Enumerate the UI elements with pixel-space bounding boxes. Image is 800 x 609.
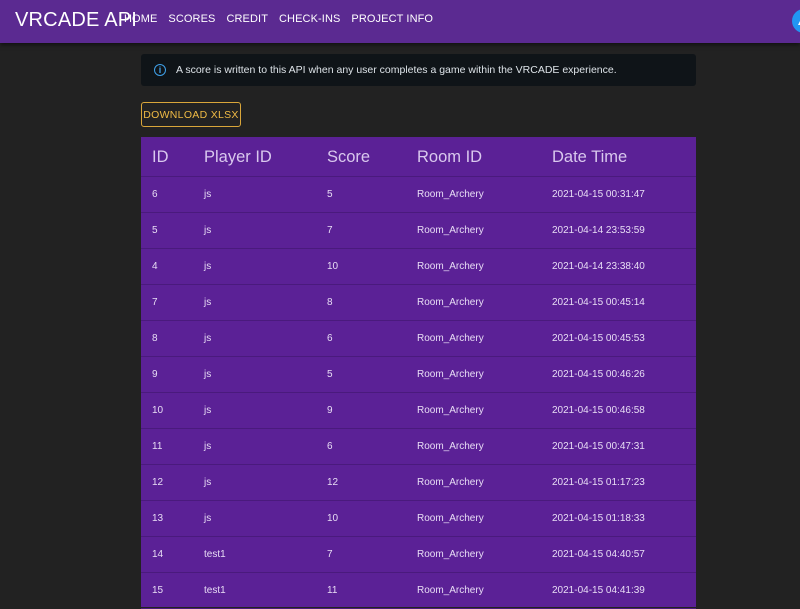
cell-player-id: js [204, 392, 327, 429]
cell-date-time: 2021-04-15 01:18:33 [552, 500, 696, 537]
cell-score: 10 [327, 500, 417, 537]
cell-player-id: js [204, 176, 327, 213]
cell-date-time: 2021-04-15 00:46:26 [552, 356, 696, 393]
cell-score: 5 [327, 176, 417, 213]
info-icon: i [154, 64, 166, 76]
cell-id: 11 [141, 428, 204, 465]
cell-room-id: Room_Archery [417, 212, 552, 249]
table-row[interactable]: 7 js 8 Room_Archery 2021-04-15 00:45:14 [141, 284, 696, 321]
cell-room-id: Room_Archery [417, 176, 552, 213]
cell-room-id: Room_Archery [417, 356, 552, 393]
cell-score: 11 [327, 572, 417, 609]
cell-date-time: 2021-04-15 00:46:58 [552, 392, 696, 429]
cell-date-time: 2021-04-15 04:41:39 [552, 572, 696, 609]
cell-date-time: 2021-04-14 23:53:59 [552, 212, 696, 249]
cell-room-id: Room_Archery [417, 248, 552, 285]
cell-room-id: Room_Archery [417, 536, 552, 573]
cell-score: 5 [327, 356, 417, 393]
table-row[interactable]: 5 js 7 Room_Archery 2021-04-14 23:53:59 [141, 212, 696, 249]
cell-date-time: 2021-04-14 23:38:40 [552, 248, 696, 285]
cell-room-id: Room_Archery [417, 284, 552, 321]
table-header-row: ID Player ID Score Room ID Date Time [141, 137, 696, 177]
table-row[interactable]: 10 js 9 Room_Archery 2021-04-15 00:46:58 [141, 392, 696, 429]
download-xlsx-button[interactable]: DOWNLOAD XLSX [141, 102, 241, 127]
cell-player-id: test1 [204, 536, 327, 573]
cell-score: 7 [327, 536, 417, 573]
nav-item-credit[interactable]: CREDIT [226, 13, 268, 25]
table-row[interactable]: 13 js 10 Room_Archery 2021-04-15 01:18:33 [141, 500, 696, 537]
top-navbar: VRCADE API HOME SCORES CREDIT CHECK-INS … [0, 0, 800, 43]
header-score[interactable]: Score [327, 137, 417, 177]
app-title[interactable]: VRCADE API [15, 9, 137, 32]
cell-id: 5 [141, 212, 204, 249]
cell-player-id: js [204, 212, 327, 249]
cell-player-id: test1 [204, 572, 327, 609]
cell-score: 8 [327, 284, 417, 321]
cell-date-time: 2021-04-15 01:17:23 [552, 464, 696, 501]
cell-room-id: Room_Archery [417, 320, 552, 357]
cell-date-time: 2021-04-15 04:40:57 [552, 536, 696, 573]
table-row[interactable]: 8 js 6 Room_Archery 2021-04-15 00:45:53 [141, 320, 696, 357]
cell-player-id: js [204, 320, 327, 357]
nav-item-project-info[interactable]: PROJECT INFO [351, 13, 433, 25]
header-player-id[interactable]: Player ID [204, 137, 327, 177]
table-row[interactable]: 14 test1 7 Room_Archery 2021-04-15 04:40:57 [141, 536, 696, 573]
cell-score: 9 [327, 392, 417, 429]
cell-player-id: js [204, 356, 327, 393]
cell-player-id: js [204, 248, 327, 285]
cell-score: 10 [327, 248, 417, 285]
cell-score: 7 [327, 212, 417, 249]
nav-item-check-ins[interactable]: CHECK-INS [279, 13, 340, 25]
table-row[interactable]: 4 js 10 Room_Archery 2021-04-14 23:38:40 [141, 248, 696, 285]
nav-item-scores[interactable]: SCORES [168, 13, 215, 25]
table-row[interactable]: 12 js 12 Room_Archery 2021-04-15 01:17:23 [141, 464, 696, 501]
cell-player-id: js [204, 464, 327, 501]
cell-room-id: Room_Archery [417, 464, 552, 501]
cell-player-id: js [204, 284, 327, 321]
cell-id: 13 [141, 500, 204, 537]
scores-table-container: ID Player ID Score Room ID Date Time 6 js… [141, 137, 696, 609]
cell-date-time: 2021-04-15 00:47:31 [552, 428, 696, 465]
cell-player-id: js [204, 428, 327, 465]
table-row[interactable]: 15 test1 11 Room_Archery 2021-04-15 04:41:39 [141, 572, 696, 609]
table-row[interactable]: 6 js 5 Room_Archery 2021-04-15 00:31:47 [141, 176, 696, 213]
header-date-time[interactable]: Date Time [552, 137, 696, 177]
nav-links: HOME SCORES CREDIT CHECK-INS PROJECT INF… [124, 13, 444, 25]
cell-date-time: 2021-04-15 00:45:53 [552, 320, 696, 357]
cell-id: 9 [141, 356, 204, 393]
header-room-id[interactable]: Room ID [417, 137, 552, 177]
info-alert: i A score is written to this API when an… [141, 54, 696, 86]
cell-room-id: Room_Archery [417, 500, 552, 537]
cell-date-time: 2021-04-15 00:31:47 [552, 176, 696, 213]
nav-item-home[interactable]: HOME [124, 13, 157, 25]
cell-id: 14 [141, 536, 204, 573]
cell-id: 10 [141, 392, 204, 429]
cell-id: 12 [141, 464, 204, 501]
table-row[interactable]: 11 js 6 Room_Archery 2021-04-15 00:47:31 [141, 428, 696, 465]
alert-text: A score is written to this API when any … [176, 64, 617, 76]
cell-date-time: 2021-04-15 00:45:14 [552, 284, 696, 321]
cell-score: 12 [327, 464, 417, 501]
cell-id: 7 [141, 284, 204, 321]
cell-room-id: Room_Archery [417, 392, 552, 429]
cell-player-id: js [204, 500, 327, 537]
cell-id: 8 [141, 320, 204, 357]
header-id[interactable]: ID [141, 137, 204, 177]
cell-id: 6 [141, 176, 204, 213]
scores-table: ID Player ID Score Room ID Date Time 6 js… [141, 137, 696, 609]
table-row[interactable]: 9 js 5 Room_Archery 2021-04-15 00:46:26 [141, 356, 696, 393]
cell-score: 6 [327, 320, 417, 357]
cell-room-id: Room_Archery [417, 428, 552, 465]
cell-room-id: Room_Archery [417, 572, 552, 609]
cell-id: 15 [141, 572, 204, 609]
cell-id: 4 [141, 248, 204, 285]
table-body: 6 js 5 Room_Archery 2021-04-15 00:31:47 5 js 7 R… [141, 176, 696, 609]
user-avatar-icon[interactable] [792, 9, 800, 33]
cell-score: 6 [327, 428, 417, 465]
